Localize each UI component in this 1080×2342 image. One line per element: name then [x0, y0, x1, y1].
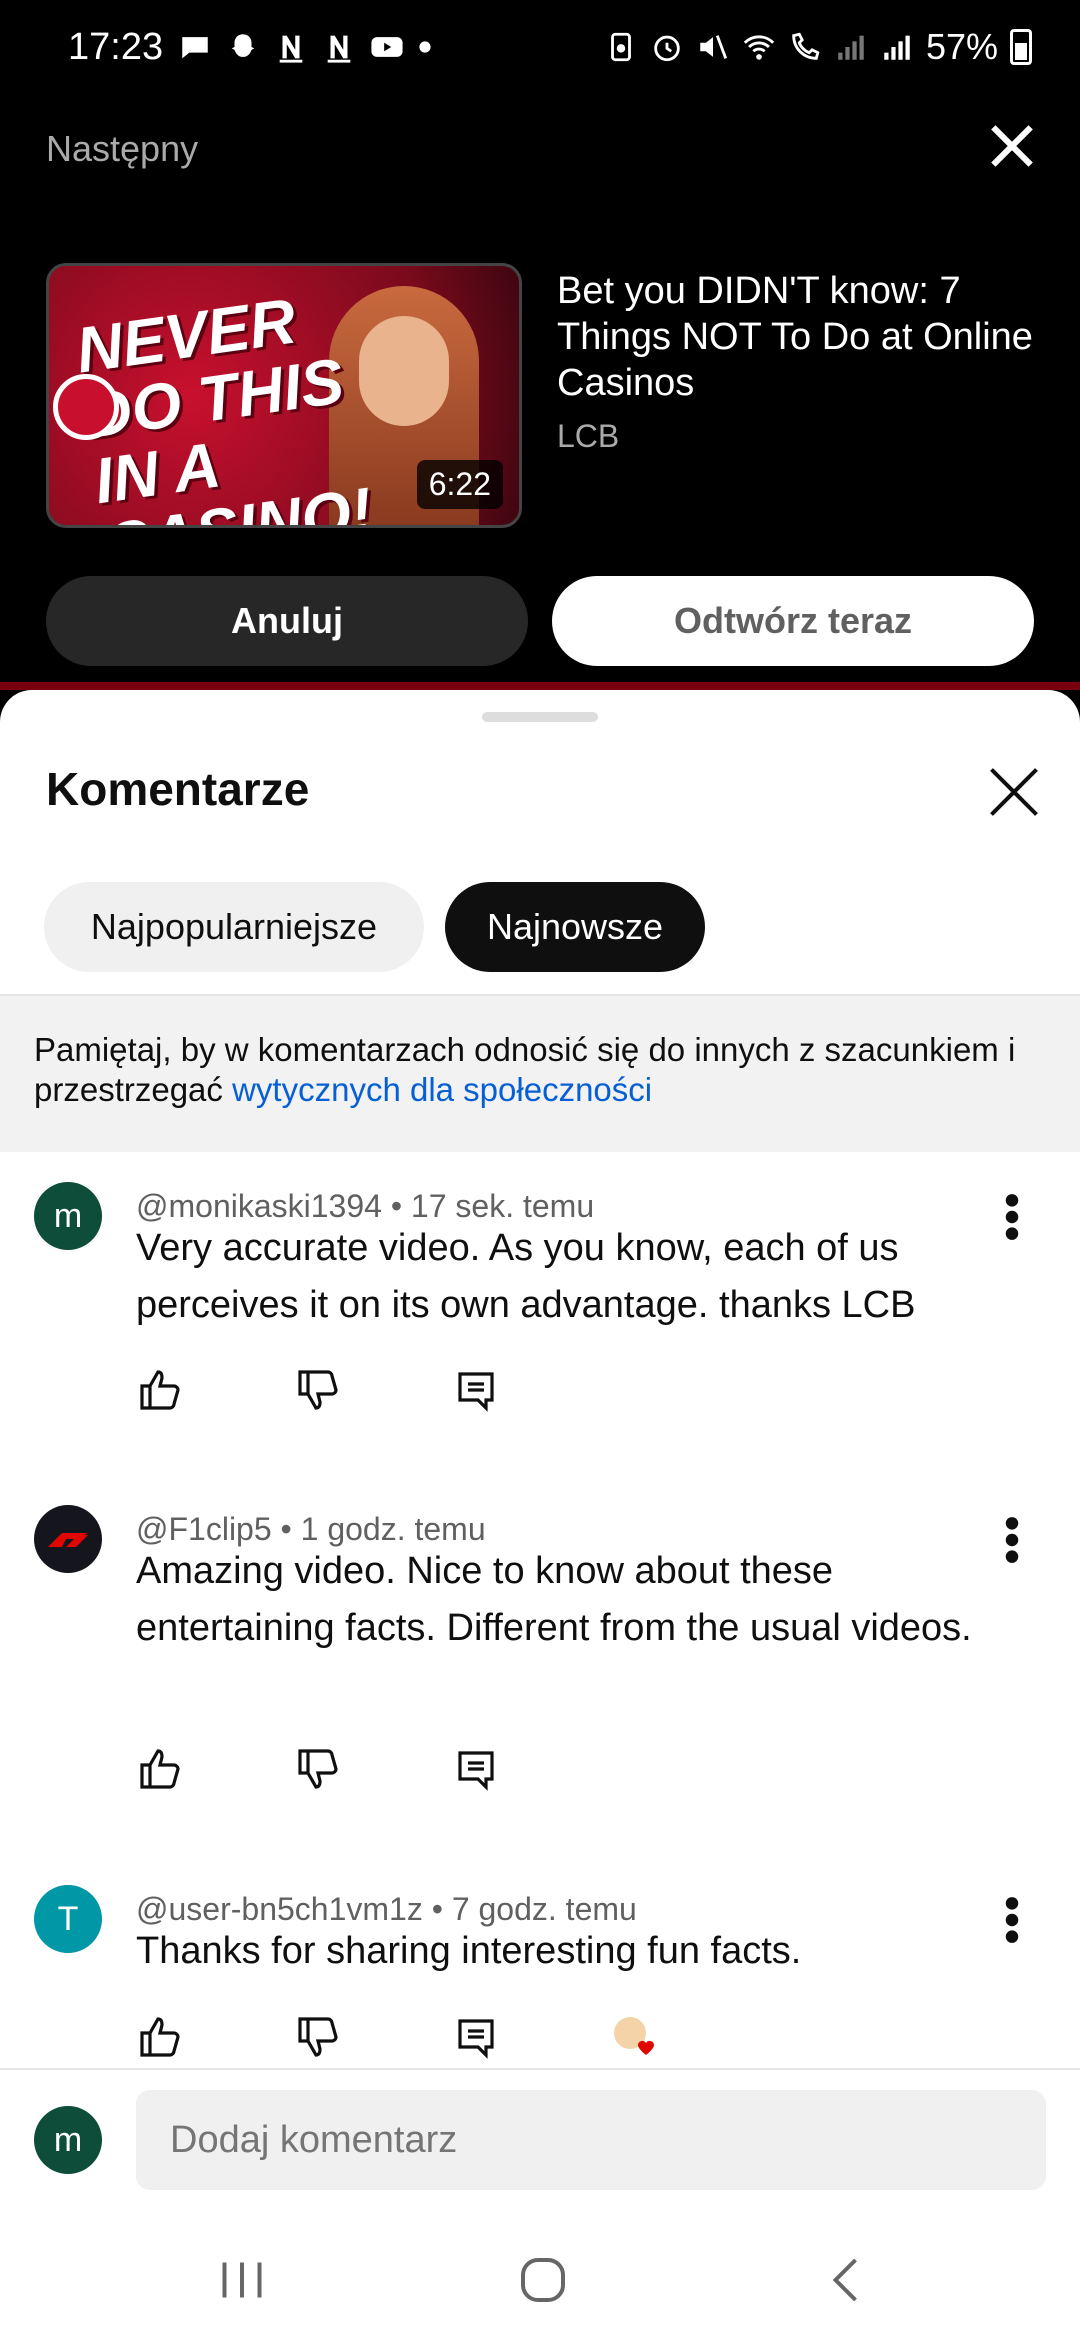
drag-handle[interactable] — [482, 712, 598, 722]
avatar[interactable] — [34, 1505, 102, 1573]
meta-separator: • — [271, 1511, 301, 1547]
alarm-icon — [654, 35, 680, 62]
youtube-icon — [371, 37, 403, 57]
thumbs-down-icon[interactable] — [294, 1366, 342, 1414]
comment-time: 1 godz. temu — [300, 1511, 486, 1547]
battery-percent: 57% — [925, 26, 998, 67]
close-icon[interactable] — [984, 118, 1040, 174]
play-now-button[interactable]: Odtwórz teraz — [552, 576, 1034, 666]
comment-actions — [136, 1745, 610, 1793]
thumbnail-text: NEVER DO THIS IN A CASINO! — [71, 284, 377, 525]
n-icon — [327, 35, 351, 63]
community-guidelines-link[interactable]: wytycznych dla społeczności — [232, 1071, 652, 1108]
avatar[interactable]: T — [34, 1885, 102, 1953]
mute-icon — [700, 35, 728, 59]
chat-bubble-icon — [182, 37, 208, 59]
signal-icon — [838, 35, 864, 60]
comment-time: 17 sek. temu — [410, 1188, 595, 1224]
video-title[interactable]: Bet you DIDN'T know: 7 Things NOT To Do … — [557, 268, 1037, 406]
reply-icon[interactable] — [452, 1745, 500, 1793]
sort-chip-newest[interactable]: Najnowsze — [445, 882, 705, 972]
add-comment-bar: m — [0, 2068, 1080, 2342]
system-icons: 57% — [604, 26, 1032, 68]
comment-actions — [136, 1366, 610, 1414]
thumbs-down-icon[interactable] — [294, 2013, 342, 2061]
comment-text: Very accurate video. As you know, each o… — [136, 1227, 916, 1326]
video-duration: 6:22 — [416, 460, 503, 509]
thumbs-up-icon[interactable] — [136, 1745, 184, 1793]
status-time: 17:23 — [68, 26, 164, 68]
sort-chip-popular[interactable]: Najpopularniejsze — [44, 882, 424, 972]
wifi-icon — [743, 35, 775, 60]
up-next-header: Następny — [46, 128, 199, 169]
recent-apps-icon[interactable] — [212, 2250, 272, 2310]
meta-separator: • — [381, 1188, 411, 1224]
community-notice: Pamiętaj, by w komentarzach odnosić się … — [0, 996, 1080, 1152]
back-icon[interactable] — [818, 2250, 878, 2310]
comment-author[interactable]: @monikaski1394 — [136, 1188, 382, 1224]
home-icon[interactable] — [513, 2250, 573, 2310]
close-comments-icon[interactable] — [984, 762, 1044, 822]
comment-text: Thanks for sharing interesting fun facts… — [136, 1930, 802, 1972]
n-icon — [279, 35, 303, 63]
more-options-icon[interactable] — [1000, 1895, 1024, 1945]
cancel-button[interactable]: Anuluj — [46, 576, 528, 666]
dot-icon — [419, 41, 431, 53]
wifi-call-icon — [792, 32, 820, 60]
add-comment-input[interactable] — [136, 2090, 1046, 2190]
video-channel: LCB — [557, 418, 620, 454]
thumbs-up-icon[interactable] — [136, 2013, 184, 2061]
comment-actions — [136, 2013, 768, 2061]
comment-author[interactable]: @user-bn5ch1vm1z — [136, 1891, 423, 1927]
recycle-icon — [611, 32, 631, 62]
avatar[interactable]: m — [34, 1182, 102, 1250]
comment-time: 7 godz. temu — [451, 1891, 637, 1927]
video-thumbnail[interactable]: NEVER DO THIS IN A CASINO! 6:22 — [46, 263, 522, 528]
reply-icon[interactable] — [452, 1366, 500, 1414]
snapchat-icon — [231, 34, 255, 57]
progress-bar — [0, 682, 1080, 690]
notification-icons — [178, 30, 432, 64]
thumbs-up-icon[interactable] — [136, 1366, 184, 1414]
f1-logo-icon — [48, 1533, 88, 1547]
battery-icon — [1010, 29, 1032, 65]
user-avatar[interactable]: m — [34, 2106, 102, 2174]
notice-text: Pamiętaj, by w komentarzach odnosić się … — [34, 1030, 1054, 1110]
more-options-icon[interactable] — [1000, 1515, 1024, 1565]
comment-text: Amazing video. Nice to know about these … — [136, 1550, 972, 1649]
status-bar: 17:23 57% — [0, 0, 1080, 100]
more-options-icon[interactable] — [1000, 1192, 1024, 1242]
reply-icon[interactable] — [452, 2013, 500, 2061]
signal-r-icon — [884, 35, 910, 60]
thumbs-down-icon[interactable] — [294, 1745, 342, 1793]
creator-heart-icon — [614, 2017, 654, 2055]
thumbnail-x-icon — [53, 374, 119, 440]
meta-separator: • — [422, 1891, 452, 1927]
system-nav-bar — [0, 2220, 1080, 2342]
comment-author[interactable]: @F1clip5 — [136, 1511, 272, 1547]
comments-title: Komentarze — [46, 763, 310, 815]
